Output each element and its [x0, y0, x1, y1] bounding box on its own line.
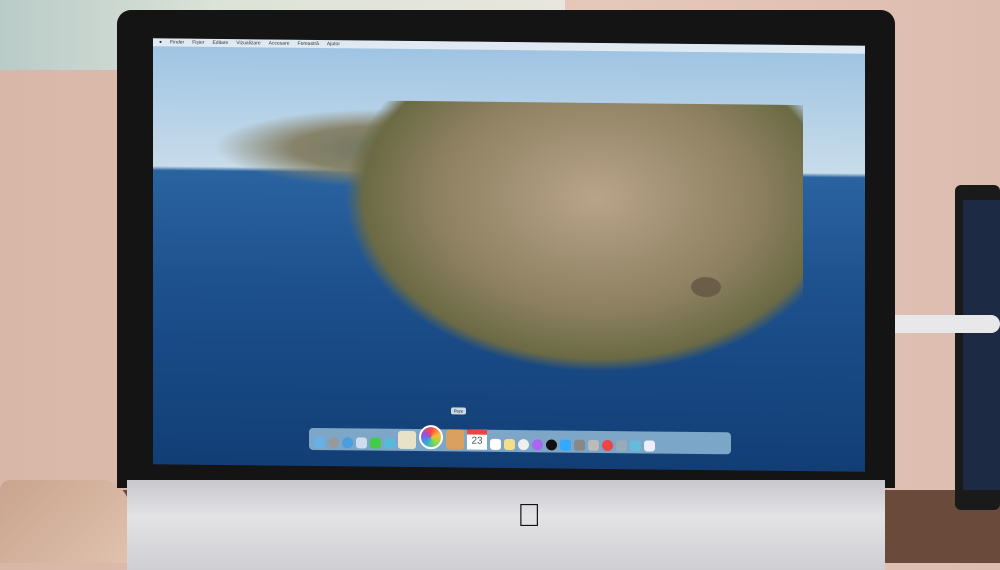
utilities-icon[interactable]	[616, 440, 627, 452]
calendar-icon[interactable]: 23	[467, 429, 487, 450]
system-preferences-icon[interactable]	[574, 439, 585, 451]
menu-file[interactable]: Fișier	[192, 39, 204, 47]
messages-icon[interactable]	[370, 437, 381, 449]
menu-edit[interactable]: Editare	[212, 39, 228, 47]
maps-icon[interactable]	[398, 430, 416, 450]
downloads-folder-icon[interactable]	[630, 440, 641, 452]
photos-icon[interactable]	[419, 425, 443, 450]
menu-finder[interactable]: Finder	[170, 38, 184, 46]
trash-icon[interactable]	[644, 440, 655, 452]
facetime-icon[interactable]	[384, 437, 395, 449]
safari-icon[interactable]	[342, 437, 353, 449]
fabric	[0, 480, 130, 563]
music-icon[interactable]	[518, 439, 529, 451]
contacts-icon[interactable]	[446, 429, 464, 450]
desktop-screen: ● Finder Fișier Editare Vizualizare Acce…	[153, 38, 865, 472]
apple-menu-icon[interactable]: ●	[159, 38, 162, 46]
imac-chin	[127, 480, 885, 570]
menu-view[interactable]: Vizualizare	[236, 39, 260, 47]
tv-icon[interactable]	[546, 439, 557, 451]
secondary-monitor	[955, 185, 1000, 510]
menu-help[interactable]: Ajutor	[327, 40, 340, 48]
wallpaper-rock	[691, 276, 721, 298]
finder-icon[interactable]	[314, 436, 325, 449]
app-store-icon[interactable]	[560, 439, 571, 451]
desk-lamp	[885, 315, 1000, 333]
launchpad-icon[interactable]	[328, 437, 339, 449]
wallpaper-island	[343, 100, 803, 376]
apple-logo-icon: 	[514, 498, 544, 532]
dock: 23	[309, 425, 731, 455]
secondary-screen	[963, 200, 1000, 490]
menu-go[interactable]: Accesare	[269, 39, 290, 47]
menu-window[interactable]: Fereastră	[298, 40, 319, 48]
preview-icon[interactable]	[588, 439, 599, 451]
dock-tooltip: Poze	[451, 407, 467, 415]
notes-icon[interactable]	[504, 438, 515, 451]
news-icon[interactable]	[602, 439, 613, 452]
mail-icon[interactable]	[356, 437, 367, 449]
podcasts-icon[interactable]	[532, 439, 543, 451]
reminders-icon[interactable]	[490, 438, 501, 450]
